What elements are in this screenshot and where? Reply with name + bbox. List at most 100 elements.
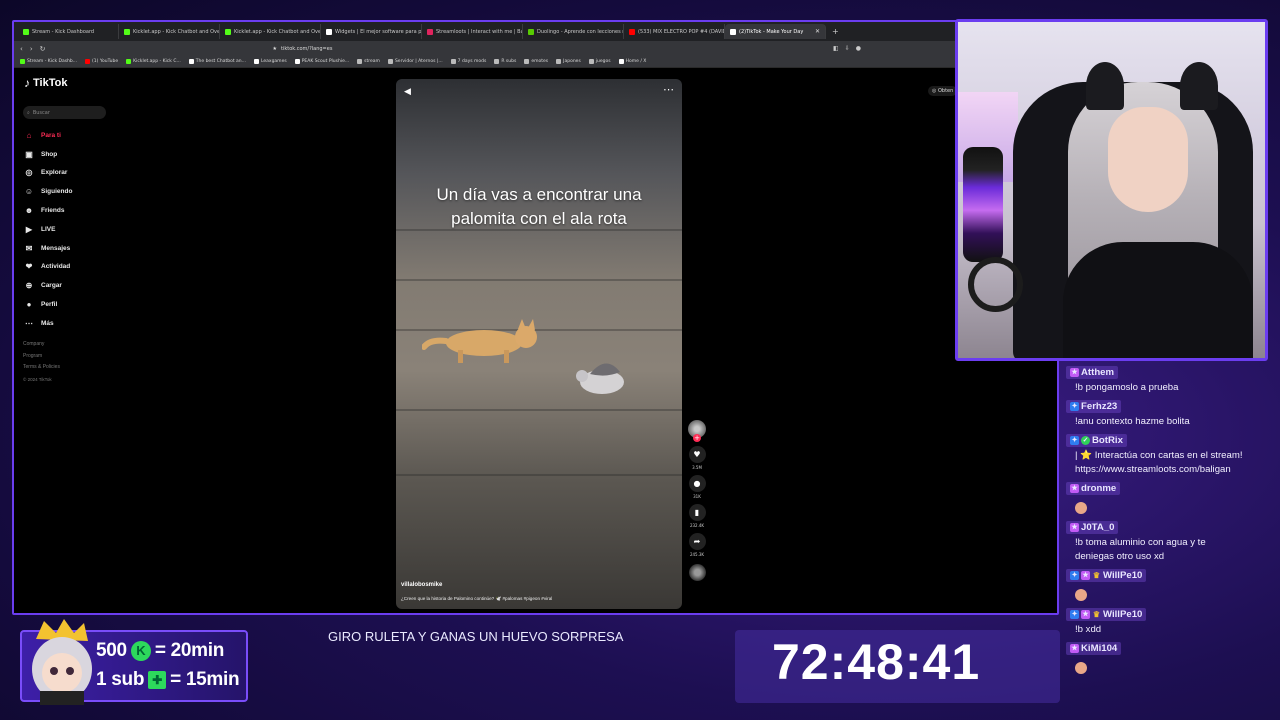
bookmark-label: (1) YouTube [92, 59, 119, 64]
sidebar-item[interactable]: ▣ Shop [24, 145, 72, 164]
bookmark-label: stream [364, 59, 380, 64]
cat-ear-left [1086, 62, 1124, 110]
bot-badge-icon: ✓ [1081, 436, 1090, 445]
creator-avatar[interactable] [688, 420, 706, 442]
bookmark-item[interactable]: R subs [494, 59, 516, 64]
bookmark-item[interactable]: Home / X [618, 59, 646, 64]
bookmark-icon [253, 59, 259, 64]
more-options-icon[interactable]: ⋯ [663, 83, 674, 96]
comment-icon[interactable]: ● [688, 475, 706, 492]
footer-link[interactable]: Program [23, 351, 60, 363]
bookmark-item[interactable]: juegos [588, 59, 611, 64]
sidebar-item-label: Shop [41, 150, 58, 158]
sidebar-item[interactable]: ❤ Actividad [24, 258, 72, 277]
sidebar-item[interactable]: ⊕ Cargar [24, 276, 72, 295]
browser-tab[interactable]: Stream - Kick Dashboard [18, 24, 119, 39]
sidebar-item-label: Más [41, 319, 54, 327]
bookmark-star-icon[interactable]: ★ [273, 46, 277, 52]
bookmark-item[interactable]: (1) YouTube [85, 59, 118, 64]
reload-icon[interactable]: ↻ [40, 45, 46, 53]
home-icon: ⌂ [26, 130, 32, 140]
volume-icon[interactable]: ◀ [404, 87, 411, 97]
forward-icon[interactable]: › [30, 45, 33, 53]
sub-badge-icon: ★ [1081, 571, 1090, 580]
new-tab-icon[interactable]: + [832, 27, 839, 36]
browser-tab[interactable]: (2)TikTok - Make Your Day ✕ [725, 24, 826, 39]
bookmark-label: The best Chatbot an... [195, 59, 246, 64]
music-disc-icon[interactable] [688, 564, 706, 581]
pigeon-figure [576, 363, 624, 394]
browser-tab[interactable]: Kicklet.app - Kick Chatbot and Overl [220, 24, 321, 39]
sidebar-item[interactable]: ✉ Mensajes [24, 239, 72, 258]
get-app-button[interactable]: ◎ Obten [928, 86, 958, 96]
bookmark-icon [556, 59, 562, 64]
footer-link[interactable]: © 2024 TikTok [23, 374, 60, 386]
tab-favicon-icon [23, 28, 29, 35]
tab-title: Streamloots | Interact with me | Balig [436, 28, 523, 35]
bookmark-item[interactable]: Leaxgames [253, 59, 287, 64]
sidebar-item[interactable]: ▶ LIVE [24, 220, 72, 239]
activity-icon: ❤ [25, 262, 33, 272]
share-count: 245.3K [689, 552, 705, 557]
bookmark-item[interactable]: Stream - Kick Dashb... [20, 59, 77, 64]
chat-username-row: ★ dronme [1066, 482, 1121, 495]
chat-username-row: ✦ Ferhz23 [1066, 400, 1122, 413]
vip-badge-icon: ✦ [1070, 436, 1079, 445]
chat-message: ★ dronme [1066, 482, 1280, 518]
sub-badge-icon: ★ [1070, 523, 1079, 532]
search-placeholder: Buscar [32, 109, 50, 116]
browser-tab[interactable]: Widgets | El mejor software para por [321, 24, 422, 39]
extension-icon[interactable]: ◧ [833, 45, 839, 52]
chat-message: ✦ ★ ♛ WillPe10 [1066, 569, 1280, 605]
download-icon[interactable]: ⇩ [845, 45, 850, 52]
bookmark-item[interactable]: PEAK Scout Plushie... [294, 59, 349, 64]
sidebar-item[interactable]: ☻ Friends [24, 201, 72, 220]
browser-window: Stream - Kick Dashboard Kicklet.app - Kic… [12, 20, 1059, 615]
sidebar-item-label: Cargar [41, 282, 62, 290]
bookmark-item[interactable]: The best Chatbot an... [188, 59, 246, 64]
sidebar-item[interactable]: ⋯ Más [24, 314, 72, 333]
browser-tab[interactable]: Streamloots | Interact with me | Balig [422, 24, 523, 39]
crown-badge-icon: ♛ [1092, 610, 1101, 619]
share-icon[interactable]: ➦ [688, 533, 706, 550]
bookmark-label: Leaxgames [260, 59, 287, 64]
sidebar-item[interactable]: ⌂ Para ti [24, 126, 72, 145]
bookmark-icon[interactable]: ▮ [688, 504, 706, 521]
bookmark-item[interactable]: emotes [524, 59, 548, 64]
bookmark-item[interactable]: Japones [556, 59, 581, 64]
chat-username: WillPe10 [1103, 609, 1143, 620]
sidebar-item[interactable]: ● Perfil [24, 295, 72, 314]
footer-link[interactable]: Company [23, 339, 60, 351]
back-icon[interactable]: ‹ [20, 45, 23, 53]
like-count: 3.5M [692, 465, 702, 470]
sidebar-item-label: Para ti [41, 131, 61, 139]
like-icon[interactable]: ♥ [688, 446, 706, 463]
bookmark-item[interactable]: Servidor | Aternos |... [387, 59, 443, 64]
video-actions: ♥ 3.5M ● 31K ▮ 232.4K ➦ 245.3K [685, 420, 709, 581]
url-field[interactable]: ★ tiktok.com/?lang=es [273, 43, 643, 54]
browser-tab[interactable]: Kicklet.app - Kick Chatbot and Overla [119, 24, 220, 39]
browser-tab[interactable]: (533) MIX ELECTRO POP #4 (DAVID [624, 24, 725, 39]
profile-icon[interactable]: ● [856, 45, 861, 52]
goal-subs-amount: 1 sub [96, 669, 145, 690]
footer-link[interactable]: Terms & Policies [23, 362, 60, 374]
sidebar-item-label: Friends [41, 207, 65, 215]
bookmark-icon [126, 59, 132, 64]
browser-tab[interactable]: Duolingo - Aprende con lecciones m [523, 24, 624, 39]
sidebar-item[interactable]: ◎ Explorar [24, 164, 72, 183]
tab-title: Duolingo - Aprende con lecciones m [537, 28, 624, 35]
chat-username: WillPe10 [1103, 570, 1143, 581]
search-input[interactable]: ⌕ Buscar [23, 106, 106, 119]
tiktok-logo[interactable]: ♪ TikTok [24, 76, 67, 90]
ticker-text: GIRO RULETA Y GANAS UN HUEVO SORPRESA [328, 629, 624, 644]
video-author[interactable]: villalobosmike [401, 582, 442, 588]
video-player[interactable]: ◀ ⋯ Un día vas a encontrar una palomita … [396, 79, 682, 609]
close-tab-icon[interactable]: ✕ [815, 28, 820, 35]
bookmark-item[interactable]: stream [357, 59, 380, 64]
bookmark-item[interactable]: Kicklet.app - Kick C... [126, 59, 181, 64]
sidebar-item[interactable]: ☺ Siguiendo [24, 182, 73, 201]
bookmark-label: Japones [563, 59, 581, 64]
bookmark-item[interactable]: 7 days mods [450, 59, 486, 64]
messages-icon: ✉ [25, 243, 33, 253]
chat-text: | ⭐ Interactúa con cartas en el stream! … [1075, 450, 1243, 475]
